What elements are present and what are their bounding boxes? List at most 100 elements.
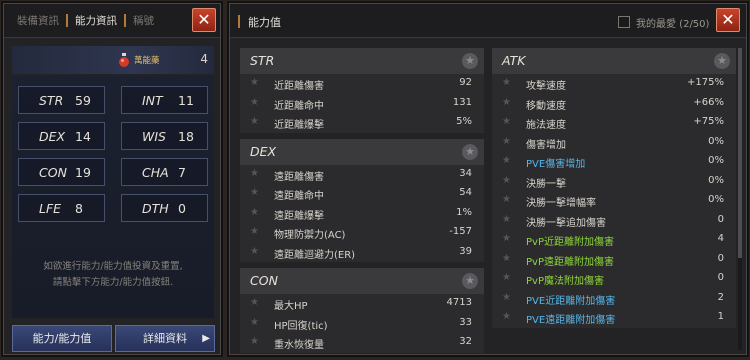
stat-value: +66% xyxy=(693,96,724,108)
stat-value: 5% xyxy=(456,116,472,127)
star-icon[interactable]: ★ xyxy=(714,53,730,69)
star-icon[interactable]: ★ xyxy=(250,168,259,179)
star-icon[interactable]: ★ xyxy=(250,116,259,127)
arrow-right-icon: ▶ xyxy=(202,333,210,344)
stat-row: ★ 物理防禦力(AC) -157 xyxy=(240,223,484,243)
stat-value: 0% xyxy=(708,155,724,166)
star-icon[interactable]: ★ xyxy=(502,292,511,303)
star-icon[interactable]: ★ xyxy=(502,253,511,264)
star-icon[interactable]: ★ xyxy=(502,214,511,225)
section-rows: ★ 遠距離傷害 34 ★ 遠距離命中 54 ★ 遠距離爆擊 1% ★ 物理防禦力(AC) -157 ★ 遠… xyxy=(240,164,484,263)
elixir-bar: 萬能藥 4 xyxy=(12,46,214,74)
section-header: DEX ★ xyxy=(240,138,484,165)
stat-label: PvP近距離附加傷害 xyxy=(526,237,614,248)
tab-equipment[interactable]: 裝備資訊 xyxy=(10,13,66,28)
stat-value: 33 xyxy=(459,316,472,328)
stat-value: 11 xyxy=(178,93,194,108)
stat-label: 遠距離爆擊 xyxy=(274,210,324,222)
stat-row: ★ 決勝一擊增幅率 0% xyxy=(492,191,736,211)
stat-row: ★ 近距離傷害 92 xyxy=(240,74,484,94)
stats-column-right: ATK ★ ★ 攻擊速度 +175% ★ 移動速度 +66% ★ 施法速度 +75% ★ 傷害增加 0% ★… xyxy=(492,48,736,328)
stat-value: 1% xyxy=(456,206,472,218)
star-icon[interactable]: ★ xyxy=(250,97,259,108)
stat-name: LFE xyxy=(39,201,62,216)
star-icon[interactable]: ★ xyxy=(250,77,259,88)
star-icon[interactable]: ★ xyxy=(502,77,511,88)
stat-label: 傷害增加 xyxy=(526,139,566,151)
star-icon[interactable]: ★ xyxy=(250,336,259,347)
close-button[interactable]: ✕ xyxy=(192,8,216,32)
stat-row: ★ 近距離命中 131 xyxy=(240,94,484,114)
star-icon[interactable]: ★ xyxy=(250,317,259,328)
stat-cha: CHA 7 xyxy=(121,158,208,186)
stat-name: CON xyxy=(39,165,67,180)
details-button[interactable]: 詳細資料 ▶ xyxy=(115,325,215,352)
stat-label: 施法速度 xyxy=(526,120,566,131)
stat-row: ★ 最大HP 4713 xyxy=(240,294,484,314)
stat-str: STR 59 xyxy=(18,86,105,114)
close-icon: ✕ xyxy=(721,10,735,29)
stat-value: 0 xyxy=(717,252,724,264)
title-divider xyxy=(238,15,240,28)
stat-value: 0% xyxy=(708,135,724,147)
star-icon[interactable]: ★ xyxy=(502,311,511,322)
close-button[interactable]: ✕ xyxy=(716,8,740,32)
stat-row: ★ PvP魔法附加傷害 0 xyxy=(492,269,736,289)
stat-int: INT 11 xyxy=(121,86,208,114)
stat-lfe: LFE 8 xyxy=(18,194,105,222)
stat-label: PVE遠距離附加傷害 xyxy=(526,315,616,326)
star-icon[interactable]: ★ xyxy=(502,194,511,205)
stat-row: ★ PVE近距離附加傷害 2 xyxy=(492,289,736,309)
character-info-panel: 裝備資訊 能力資訊 稱號 ✕ 萬能藥 4 STR 59 INT 11 DEX 14 W… xyxy=(3,3,221,355)
stat-reset-hint: 如欲進行能力/能力值投資及重置, 請點擊下方能力/能力值按鈕. xyxy=(12,259,214,291)
star-icon[interactable]: ★ xyxy=(462,143,478,160)
stat-value: 0 xyxy=(717,213,724,225)
scrollbar[interactable] xyxy=(738,48,742,350)
stat-value: 34 xyxy=(459,167,472,179)
tab-title[interactable]: 稱號 xyxy=(126,13,161,28)
star-icon[interactable]: ★ xyxy=(502,97,511,108)
stat-value: 39 xyxy=(459,245,472,257)
favorite-checkbox[interactable] xyxy=(618,16,630,28)
stat-label: PvP遠距離附加傷害 xyxy=(526,256,614,268)
stat-row: ★ 施法速度 +75% xyxy=(492,113,736,133)
star-icon[interactable]: ★ xyxy=(502,136,511,147)
stat-row: ★ 近距離爆擊 5% xyxy=(240,113,484,133)
star-icon[interactable]: ★ xyxy=(502,175,511,186)
potion-icon xyxy=(119,53,129,67)
stat-row: ★ 遠距離迴避力(ER) 39 xyxy=(240,243,484,263)
star-icon[interactable]: ★ xyxy=(250,246,259,257)
star-icon[interactable]: ★ xyxy=(502,155,511,166)
stat-label: 重水恢復量 xyxy=(274,340,324,351)
stat-value: 0 xyxy=(178,201,186,216)
stat-value: 0% xyxy=(708,174,724,186)
stat-value: 0 xyxy=(717,272,724,283)
star-icon[interactable]: ★ xyxy=(502,233,511,244)
tab-ability[interactable]: 能力資訊 xyxy=(68,13,124,28)
stat-value: 1 xyxy=(717,311,724,322)
star-icon[interactable]: ★ xyxy=(250,297,259,308)
star-icon[interactable]: ★ xyxy=(462,53,478,69)
stat-value: 131 xyxy=(452,96,472,108)
ability-stats-button[interactable]: 能力/能力值 xyxy=(12,325,112,352)
favorite-label: 我的最愛 (2/50) xyxy=(636,19,710,30)
stat-label: 最大HP xyxy=(274,301,308,312)
star-icon[interactable]: ★ xyxy=(502,116,511,127)
stat-value: 2 xyxy=(717,291,724,303)
star-icon[interactable]: ★ xyxy=(250,226,259,237)
stat-value: 32 xyxy=(459,336,472,347)
stat-label: 決勝一擊 xyxy=(526,178,566,190)
stat-label: PVE傷害增加 xyxy=(526,159,586,170)
stat-label: PVE近距離附加傷害 xyxy=(526,295,616,307)
scrollbar-thumb[interactable] xyxy=(738,48,742,258)
star-icon[interactable]: ★ xyxy=(502,272,511,283)
stat-name: WIS xyxy=(142,129,166,144)
stat-label: 近距離命中 xyxy=(274,100,324,112)
panel-header: 能力值 我的最愛 (2/50) xyxy=(230,4,746,38)
star-icon[interactable]: ★ xyxy=(250,187,259,198)
stat-row: ★ PvP遠距離附加傷害 0 xyxy=(492,250,736,270)
section-title: STR xyxy=(250,53,275,68)
stat-value: 59 xyxy=(75,93,91,108)
star-icon[interactable]: ★ xyxy=(462,273,478,289)
star-icon[interactable]: ★ xyxy=(250,207,259,218)
